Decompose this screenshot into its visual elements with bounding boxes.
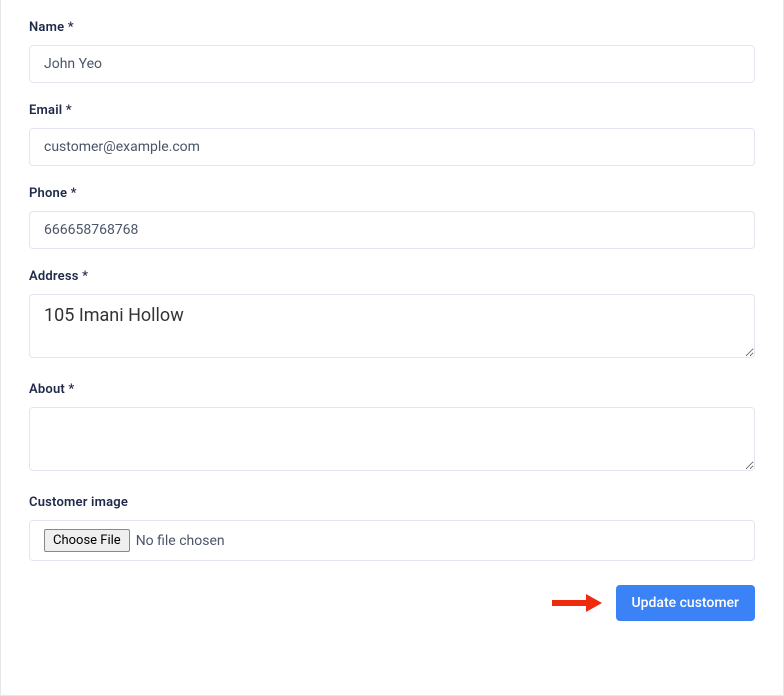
email-input[interactable] — [29, 128, 755, 166]
name-input[interactable] — [29, 45, 755, 83]
address-label: Address * — [29, 269, 755, 284]
name-label: Name * — [29, 20, 755, 35]
arrow-annotation-icon — [550, 593, 602, 613]
file-status-text: No file chosen — [136, 533, 225, 549]
button-row: Update customer — [29, 585, 755, 621]
about-textarea[interactable] — [29, 407, 755, 471]
phone-label: Phone * — [29, 186, 755, 201]
phone-group: Phone * — [29, 186, 755, 249]
about-label: About * — [29, 382, 755, 397]
email-label: Email * — [29, 103, 755, 118]
customer-image-label: Customer image — [29, 495, 755, 510]
phone-input[interactable] — [29, 211, 755, 249]
file-input-wrapper: Choose File No file chosen — [29, 520, 755, 561]
customer-image-group: Customer image Choose File No file chose… — [29, 495, 755, 561]
customer-form: Name * Email * Phone * Address * 105 Ima… — [0, 0, 784, 696]
name-group: Name * — [29, 20, 755, 83]
address-group: Address * 105 Imani Hollow — [29, 269, 755, 362]
address-textarea[interactable]: 105 Imani Hollow — [29, 294, 755, 358]
about-group: About * — [29, 382, 755, 475]
choose-file-button[interactable]: Choose File — [44, 529, 130, 552]
email-group: Email * — [29, 103, 755, 166]
update-customer-button[interactable]: Update customer — [616, 585, 756, 621]
